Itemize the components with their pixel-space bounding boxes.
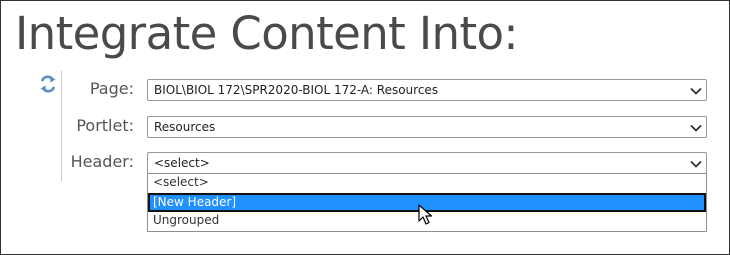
- chevron-down-icon: [690, 160, 702, 168]
- header-select-value: <select>: [154, 156, 210, 170]
- portlet-select[interactable]: Resources: [147, 116, 707, 138]
- chevron-down-icon: [690, 87, 702, 95]
- refresh-icon[interactable]: [39, 75, 57, 93]
- portlet-select-value: Resources: [154, 120, 216, 134]
- chevron-down-icon: [690, 124, 702, 132]
- integrate-content-panel: Integrate Content Into: Page: BIOL\BIOL …: [0, 0, 730, 255]
- page-select[interactable]: BIOL\BIOL 172\SPR2020-BIOL 172-A: Resour…: [147, 79, 707, 101]
- header-select[interactable]: <select>: [147, 152, 707, 174]
- page-label: Page:: [89, 79, 134, 98]
- header-label: Header:: [70, 152, 134, 171]
- mouse-pointer-icon: [418, 204, 433, 225]
- portlet-label: Portlet:: [76, 116, 134, 135]
- dropdown-option-select[interactable]: <select>: [148, 174, 706, 193]
- page-title: Integrate Content Into:: [15, 7, 519, 60]
- page-select-value: BIOL\BIOL 172\SPR2020-BIOL 172-A: Resour…: [154, 83, 439, 97]
